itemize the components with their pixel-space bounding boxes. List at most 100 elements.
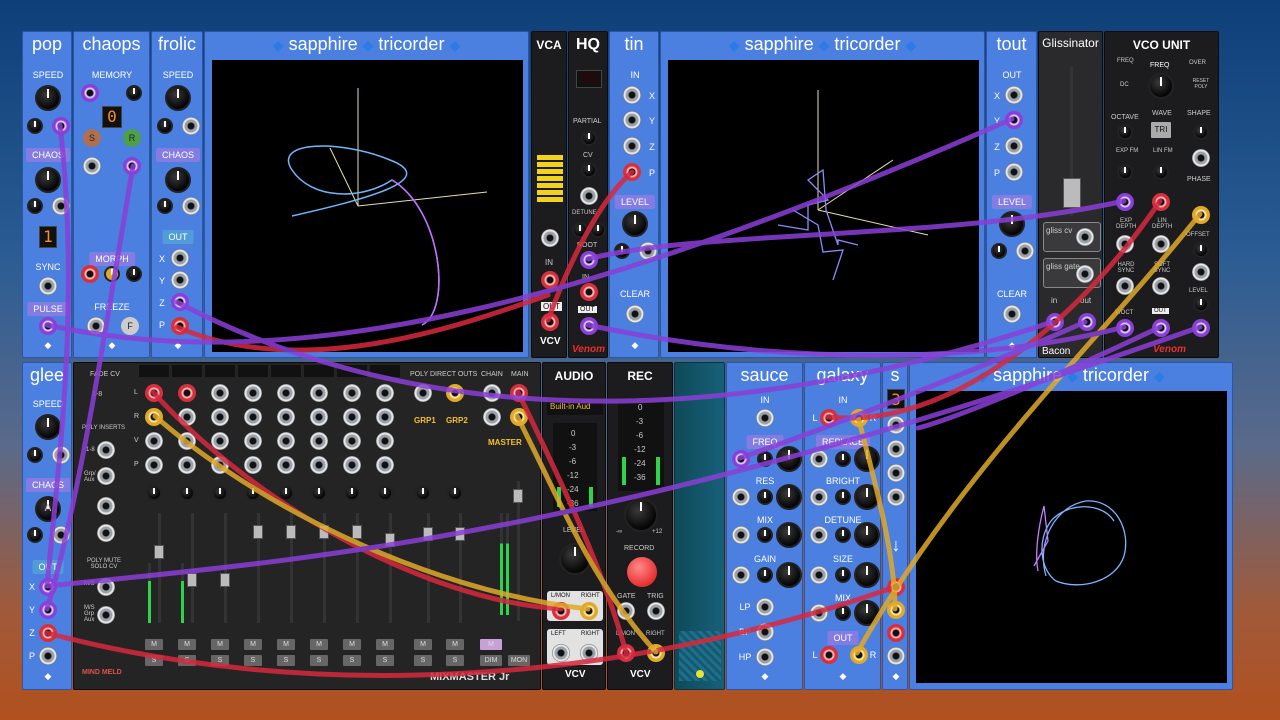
- mixer-ch6-mute-button[interactable]: M: [310, 639, 328, 650]
- mixer-ch1-in-l-jack[interactable]: [145, 384, 163, 402]
- glee-y-jack[interactable]: [39, 601, 57, 619]
- galaxy-in-l-jack[interactable]: [820, 409, 838, 427]
- tout-x-jack[interactable]: [1005, 86, 1023, 104]
- frolic-chaos-cv-jack[interactable]: [182, 197, 200, 215]
- mixer-ch6-vol-cv-jack[interactable]: [310, 432, 328, 450]
- sauce-gain-atten[interactable]: [757, 567, 773, 583]
- tout-level-atten[interactable]: [991, 243, 1007, 259]
- galaxy-size-jack[interactable]: [810, 566, 828, 584]
- mixer-main-l-jack[interactable]: [510, 384, 528, 402]
- mixer-ch3-pan-cv-jack[interactable]: [211, 456, 229, 474]
- vco-level-cv-jack[interactable]: [1192, 319, 1210, 337]
- mixer-ch5-pan-cv-jack[interactable]: [277, 456, 295, 474]
- mixer-direct-out-jack[interactable]: [414, 384, 432, 402]
- mixer-ch8-in-l-jack[interactable]: [376, 384, 394, 402]
- galaxy-size-atten[interactable]: [835, 567, 851, 583]
- mixer-grp1-solo-button[interactable]: S: [414, 655, 432, 666]
- hq-detune-amt-knob[interactable]: [572, 222, 588, 238]
- rec-gain-knob[interactable]: [624, 498, 658, 532]
- mixer-ch8-pan-cv-jack[interactable]: [376, 456, 394, 474]
- mixer-dim-button[interactable]: DIM: [480, 655, 502, 666]
- glissinator-out-jack[interactable]: [1078, 313, 1096, 331]
- chaops-s-jack[interactable]: [83, 157, 101, 175]
- mixer-ch2-pan-cv-jack[interactable]: [178, 456, 196, 474]
- mixer-channel-name-box[interactable]: [271, 365, 301, 377]
- tricorder-3-screen[interactable]: [916, 391, 1227, 683]
- audio-out-r-jack[interactable]: [580, 644, 598, 662]
- sauce-freq-knob[interactable]: [776, 446, 802, 472]
- vco-offset-jack[interactable]: [1192, 263, 1210, 281]
- chaops-morph-jack[interactable]: [81, 265, 99, 283]
- vco-soft-sync-jack[interactable]: [1152, 277, 1170, 295]
- frolic-speed-knob[interactable]: [165, 85, 191, 111]
- galaxy-replace-jack[interactable]: [810, 450, 828, 468]
- mixer-insert-return-jack[interactable]: [97, 497, 115, 515]
- hq-cv-knob[interactable]: [581, 162, 597, 178]
- mixer-ch6-in-r-jack[interactable]: [310, 408, 328, 426]
- tin-p-jack[interactable]: [623, 163, 641, 181]
- frolic-speed-cv-jack[interactable]: [182, 117, 200, 135]
- mixer-ch7-fader[interactable]: [352, 525, 362, 539]
- vco-lin-depth-jack[interactable]: [1152, 235, 1170, 253]
- mixer-ch7-pan-knob[interactable]: [344, 485, 360, 501]
- mixer-ch5-pan-knob[interactable]: [278, 485, 294, 501]
- s-jack-1[interactable]: [887, 416, 905, 434]
- chaops-morph-knob[interactable]: [104, 266, 120, 282]
- mixer-ch7-in-r-jack[interactable]: [343, 408, 361, 426]
- tout-level-knob[interactable]: [999, 211, 1025, 237]
- glissinator-in-jack[interactable]: [1046, 313, 1064, 331]
- galaxy-mix-knob[interactable]: [854, 600, 880, 626]
- s-out-jack-2[interactable]: [887, 601, 905, 619]
- tout-p-jack[interactable]: [1005, 163, 1023, 181]
- sauce-res-atten[interactable]: [757, 489, 773, 505]
- mixer-ch6-solo-button[interactable]: S: [310, 655, 328, 666]
- audio-in-l-jack[interactable]: [552, 602, 570, 620]
- vco-lin-fm-knob[interactable]: [1153, 164, 1169, 180]
- pop-speed-knob[interactable]: [35, 85, 61, 111]
- vco-level-knob[interactable]: [1193, 296, 1209, 312]
- galaxy-mix-jack[interactable]: [810, 604, 828, 622]
- mixer-ch7-solo-button[interactable]: S: [343, 655, 361, 666]
- vco-lin-fm-jack[interactable]: [1152, 193, 1170, 211]
- galaxy-bright-knob[interactable]: [854, 484, 880, 510]
- mixer-ch7-mute-button[interactable]: M: [343, 639, 361, 650]
- s-out-jack-3[interactable]: [887, 624, 905, 642]
- mixer-ch6-in-l-jack[interactable]: [310, 384, 328, 402]
- chaops-memory-knob[interactable]: [126, 85, 142, 101]
- mixer-grp1-mute-button[interactable]: M: [414, 639, 432, 650]
- glee-speed-knob[interactable]: [35, 414, 61, 440]
- mixer-channel-name-box[interactable]: [205, 365, 235, 377]
- glee-speed-atten[interactable]: [27, 447, 43, 463]
- sauce-freq-jack[interactable]: [732, 450, 750, 468]
- frolic-chaos-knob[interactable]: [165, 167, 191, 193]
- frolic-chaos-atten[interactable]: [157, 198, 173, 214]
- galaxy-out-r-jack[interactable]: [850, 646, 868, 664]
- vco-shape-knob[interactable]: [1193, 124, 1209, 140]
- tout-y-jack[interactable]: [1005, 111, 1023, 129]
- hq-out-jack[interactable]: [580, 317, 598, 335]
- galaxy-mix-atten[interactable]: [835, 605, 851, 621]
- mixer-ch5-fader[interactable]: [286, 525, 296, 539]
- mixer-ch1-pan-cv-jack[interactable]: [145, 456, 163, 474]
- sauce-in-jack[interactable]: [756, 409, 774, 427]
- mixer-grp2-pan-knob[interactable]: [447, 485, 463, 501]
- tin-x-jack[interactable]: [623, 86, 641, 104]
- mixer-ch6-pan-cv-jack[interactable]: [310, 456, 328, 474]
- frolic-y-jack[interactable]: [171, 271, 189, 289]
- mixer-mute-cv-jack[interactable]: [97, 578, 115, 596]
- mixer-ch5-vol-cv-jack[interactable]: [277, 432, 295, 450]
- mixer-channel-name-box[interactable]: [370, 365, 400, 377]
- vca-cv-jack[interactable]: [541, 229, 559, 247]
- glee-chaos-cv-jack[interactable]: [52, 526, 70, 544]
- pop-speed-atten[interactable]: [27, 118, 43, 134]
- pop-chaos-knob[interactable]: [35, 167, 61, 193]
- vco-phase-jack[interactable]: [1192, 206, 1210, 224]
- sauce-mix-jack[interactable]: [732, 526, 750, 544]
- s-out-jack-4[interactable]: [887, 647, 905, 665]
- frolic-p-jack[interactable]: [171, 317, 189, 335]
- hq-in-jack[interactable]: [580, 283, 598, 301]
- vco-voct-jack[interactable]: [1116, 319, 1134, 337]
- glissinator-fader[interactable]: [1063, 178, 1081, 208]
- sauce-freq-atten[interactable]: [757, 451, 773, 467]
- mixer-ch5-in-r-jack[interactable]: [277, 408, 295, 426]
